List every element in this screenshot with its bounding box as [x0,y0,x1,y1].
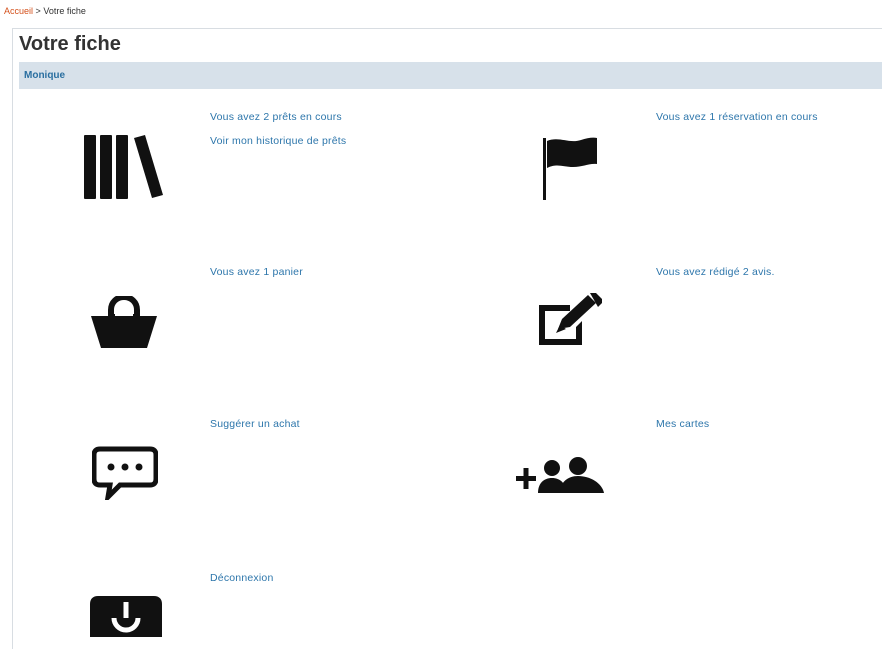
books-icon[interactable] [84,135,164,199]
reservations-link[interactable]: Vous avez 1 réservation en cours [656,111,818,123]
reviews-link[interactable]: Vous avez rédigé 2 avis. [656,266,775,278]
logout-link[interactable]: Déconnexion [210,572,274,584]
basket-icon[interactable] [91,296,157,348]
user-bar: Monique [19,62,882,89]
my-cards-link[interactable]: Mes cartes [656,418,709,430]
loans-count-link[interactable]: Vous avez 2 prêts en cours [210,111,342,123]
add-users-icon[interactable] [516,457,606,497]
speech-bubble-icon[interactable] [92,446,158,500]
edit-icon[interactable] [536,293,606,347]
suggest-purchase-link[interactable]: Suggérer un achat [210,418,300,430]
basket-link[interactable]: Vous avez 1 panier [210,266,303,278]
page-title: Votre fiche [19,33,121,55]
breadcrumb-separator: > [35,6,41,16]
breadcrumb-current: Votre fiche [43,6,86,16]
breadcrumb: Accueil > Votre fiche [4,6,86,16]
user-name: Monique [24,70,66,81]
power-icon[interactable] [90,596,162,637]
flag-icon[interactable] [543,134,599,200]
breadcrumb-home-link[interactable]: Accueil [4,6,33,16]
loan-history-link[interactable]: Voir mon historique de prêts [210,135,346,147]
